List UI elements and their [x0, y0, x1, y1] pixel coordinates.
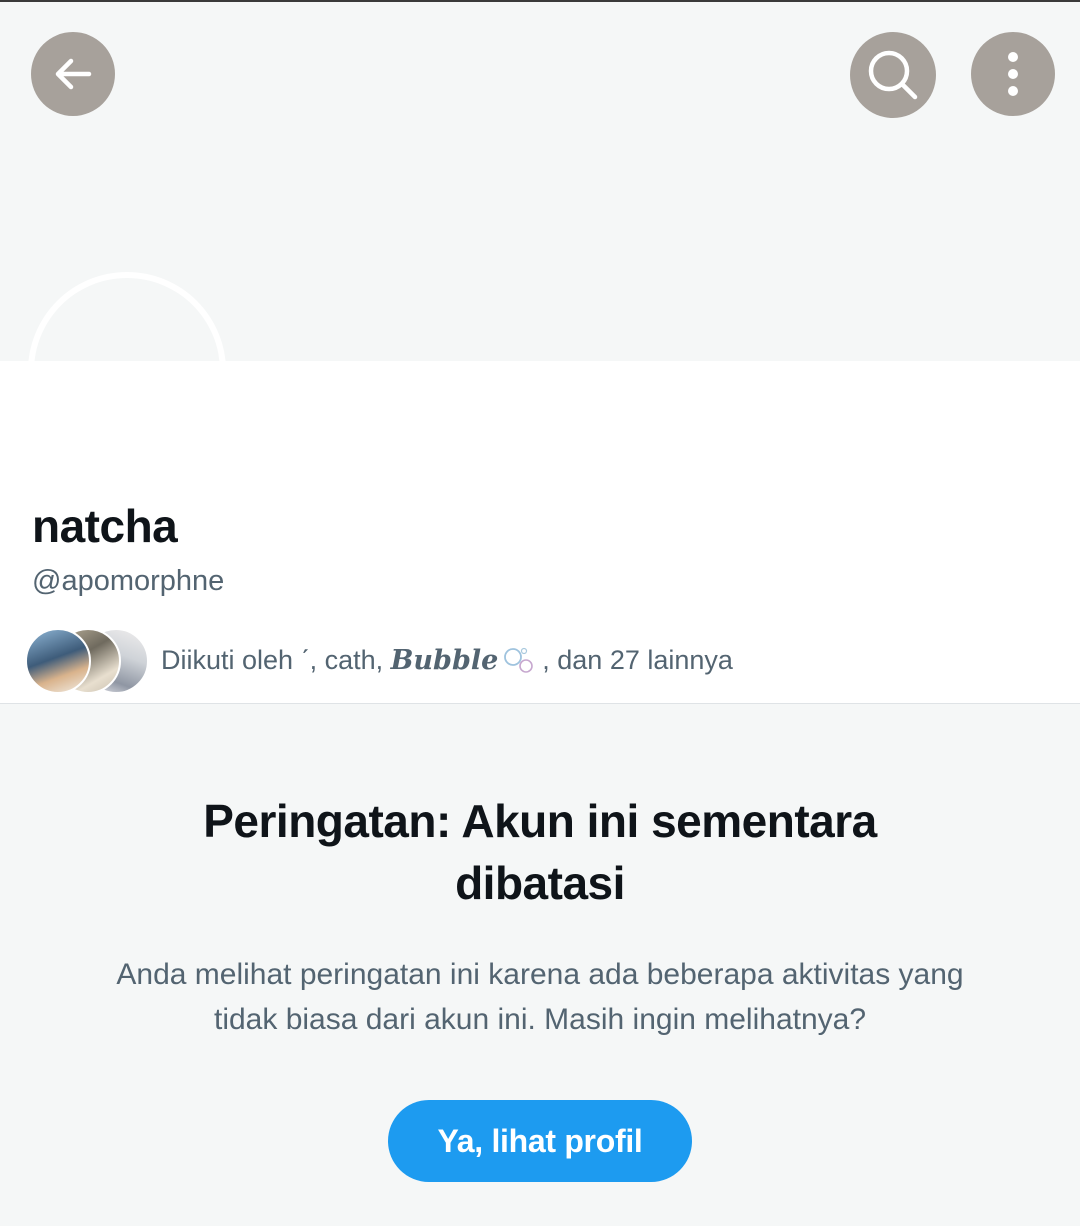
view-profile-button[interactable]: Ya, lihat profil [388, 1100, 692, 1182]
user-handle: @apomorphne [32, 565, 225, 597]
profile-info-panel: natcha @apomorphne Diikuti oleh ˊ, cath,… [0, 361, 1080, 703]
follower-avatar [25, 628, 91, 694]
followed-by-separator: , cath, [309, 644, 391, 675]
more-options-button[interactable] [971, 32, 1055, 116]
more-vertical-icon [1008, 52, 1018, 96]
back-button[interactable] [31, 32, 115, 116]
arrow-left-icon [55, 58, 92, 90]
follower-name-bubble: Bubble [390, 644, 499, 676]
followed-by-row[interactable]: Diikuti oleh ˊ, cath, Bubble , dan 27 la… [25, 628, 733, 694]
follower-avatars [25, 628, 149, 694]
search-button[interactable] [850, 32, 936, 118]
warning-body: Anda melihat peringatan ini karena ada b… [116, 958, 964, 1036]
followed-by-text: Diikuti oleh ˊ, cath, Bubble , dan 27 la… [161, 645, 733, 676]
followed-by-prefix: Diikuti oleh [161, 644, 301, 675]
follower-name-1: ˊ [300, 644, 310, 675]
section-divider [0, 703, 1080, 704]
search-icon [868, 50, 918, 100]
followed-by-suffix: , dan 27 lainnya [542, 644, 733, 675]
restricted-account-warning: Peringatan: Akun ini sementara dibatasi … [0, 704, 1080, 1226]
soap-bubbles-icon [504, 647, 534, 673]
display-name: natcha [32, 500, 178, 552]
warning-title: Peringatan: Akun ini sementara dibatasi [203, 795, 877, 909]
